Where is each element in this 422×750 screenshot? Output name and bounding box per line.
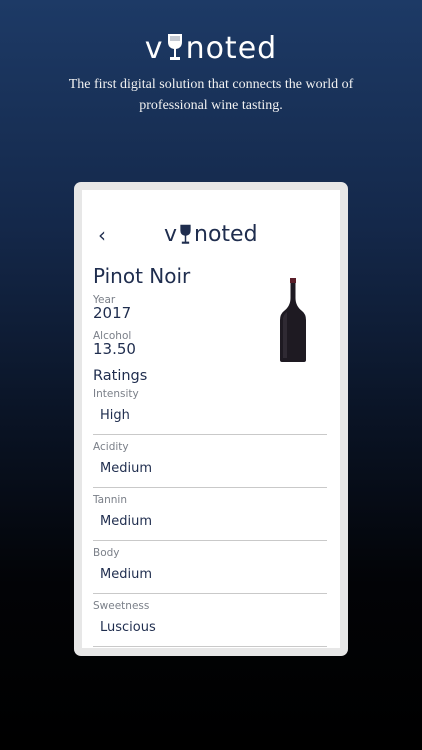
brand-logo-prefix: v [144,30,164,66]
divider [93,487,327,488]
rating-value[interactable]: Luscious [100,620,156,635]
alcohol-value: 13.50 [93,340,136,358]
divider [93,593,327,594]
rating-row-body[interactable]: Body Medium [93,547,327,600]
chevron-left-icon: ‹ [98,223,106,247]
tagline: The first digital solution that connects… [68,77,354,113]
wine-glass-icon [167,34,182,60]
divider [93,646,327,647]
back-button[interactable]: ‹ [98,224,116,246]
ratings-list: Intensity High Acidity Medium Tannin Med… [93,388,327,648]
rating-label: Intensity [93,388,139,400]
rating-value[interactable]: Medium [100,461,152,476]
rating-row-sweetness[interactable]: Sweetness Luscious [93,600,327,648]
ratings-title: Ratings [93,368,148,384]
rating-label: Sweetness [93,600,150,612]
rating-value[interactable]: Medium [100,567,152,582]
divider [93,434,327,435]
rating-value[interactable]: Medium [100,514,152,529]
rating-row-intensity[interactable]: Intensity High [93,388,327,441]
rating-row-acidity[interactable]: Acidity Medium [93,441,327,494]
app-screen: ‹ v noted Pinot Noir Year 2017 Alcohol 1… [82,190,340,648]
brand-logo: v noted [0,28,422,68]
rating-label: Tannin [93,494,127,506]
app-logo: v noted [164,222,258,247]
wine-glass-icon [180,224,191,244]
rating-value[interactable]: High [100,408,130,423]
brand-logo-suffix: noted [185,30,278,66]
app-logo-suffix: noted [194,222,258,247]
divider [93,540,327,541]
rating-label: Body [93,547,120,559]
wine-bottle-image [280,278,306,362]
rating-row-tannin[interactable]: Tannin Medium [93,494,327,547]
year-value: 2017 [93,304,132,322]
app-header: ‹ v noted [82,220,340,250]
rating-label: Acidity [93,441,129,453]
phone-frame: ‹ v noted Pinot Noir Year 2017 Alcohol 1… [74,182,348,656]
wine-name: Pinot Noir [93,264,191,288]
app-logo-prefix: v [164,222,178,247]
